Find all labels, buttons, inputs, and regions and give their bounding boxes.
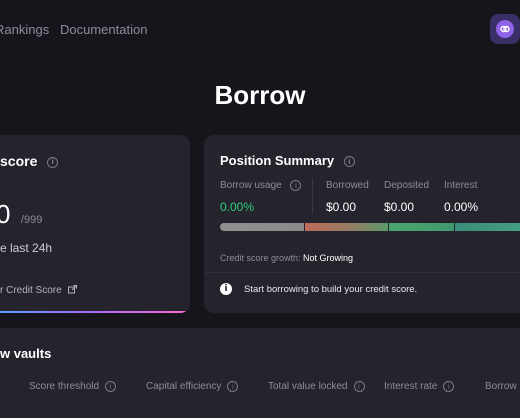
view-credit-score-label: r Credit Score [0, 285, 62, 296]
link-icon [496, 20, 514, 38]
info-icon[interactable]: i [227, 381, 239, 392]
position-summary-title: Position Summary [220, 153, 335, 168]
column-label: Capital efficiency [146, 381, 222, 393]
borrow-usage-label: Borrow usage [220, 180, 282, 192]
page-title: Borrow [214, 80, 306, 110]
credit-growth-value: Not Growing [303, 253, 354, 263]
info-circle-icon: i [220, 283, 232, 295]
info-icon[interactable]: i [353, 381, 365, 392]
column-header-score-threshold[interactable]: Score threshold i [29, 381, 117, 393]
column-header-interest-rate[interactable]: Interest rate i [384, 381, 455, 393]
vaults-title: w vaults [0, 346, 52, 361]
external-link-icon [68, 285, 78, 297]
summary-divider [312, 178, 313, 214]
credit-score-change: e last 24h [0, 241, 53, 255]
nav-link-rankings[interactable]: Rankings [0, 22, 49, 37]
borrow-usage-value: 0.00% [220, 200, 255, 214]
interest-value: 0.00% [444, 200, 479, 214]
column-header-borrow-usage[interactable]: Borrow u [485, 381, 520, 392]
credit-growth-label: Credit score growth: [220, 253, 301, 263]
borrow-notice: Start borrowing to build your credit sco… [244, 283, 418, 295]
credit-score-gradient-bar [0, 311, 190, 313]
info-icon[interactable]: i [290, 180, 302, 191]
column-label: Score threshold [29, 381, 100, 393]
credit-score-max: /999 [20, 214, 43, 226]
credit-score-card: score i 0 /999 e last 24h r Credit Score [0, 135, 190, 313]
view-credit-score-link[interactable]: r Credit Score [0, 285, 78, 297]
borrowed-value: $0.00 [326, 200, 357, 214]
deposited-value: $0.00 [384, 200, 415, 214]
column-label: Total value locked [268, 381, 348, 393]
credit-score-value: 0 [0, 199, 11, 229]
interest-label: Interest [444, 180, 478, 191]
info-icon[interactable]: i [343, 156, 355, 168]
column-label: Interest rate [384, 381, 438, 393]
nav-link-documentation[interactable]: Documentation [60, 22, 147, 37]
credit-score-title: score [0, 153, 38, 169]
summary-divider [204, 272, 520, 273]
position-summary-card: Position Summary i Borrow usage i 0.00% … [204, 135, 520, 313]
column-header-total-value-locked[interactable]: Total value locked i [268, 381, 365, 392]
wallet-button[interactable] [490, 14, 520, 44]
column-header-capital-efficiency[interactable]: Capital efficiency i [146, 381, 239, 393]
info-icon[interactable]: i [443, 381, 455, 392]
column-label: Borrow u [485, 381, 520, 392]
deposited-label: Deposited [384, 180, 430, 191]
info-icon[interactable]: i [105, 381, 117, 392]
borrow-usage-bar [220, 223, 520, 231]
borrowed-label: Borrowed [326, 180, 369, 191]
info-icon[interactable]: i [47, 156, 59, 168]
vaults-card: w vaults [0, 328, 520, 418]
